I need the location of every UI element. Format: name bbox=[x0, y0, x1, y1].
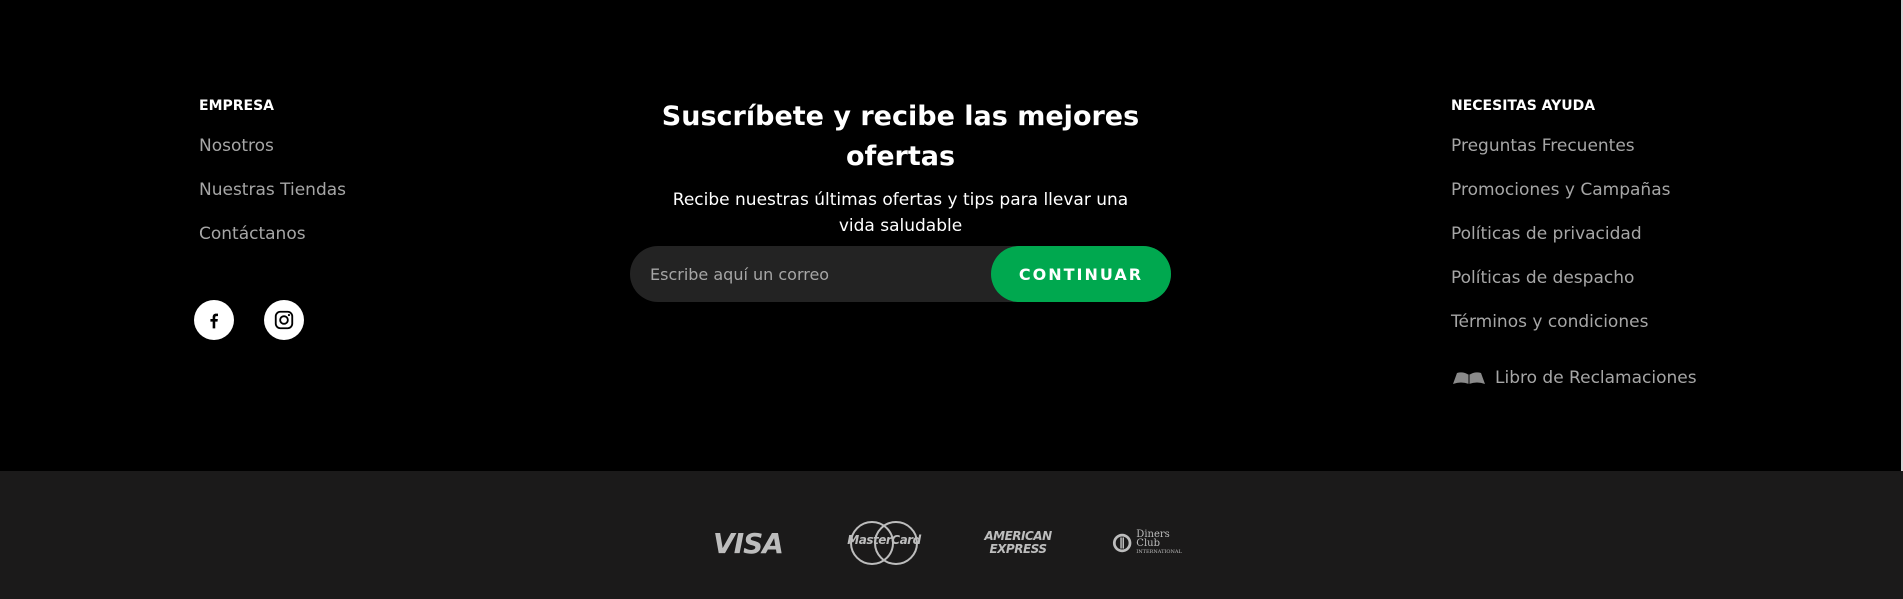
link-nosotros[interactable]: Nosotros bbox=[199, 136, 346, 180]
link-politicas-privacidad[interactable]: Políticas de privacidad bbox=[1451, 224, 1697, 268]
instagram-icon bbox=[274, 310, 294, 330]
instagram-button[interactable] bbox=[264, 300, 304, 340]
link-terminos[interactable]: Términos y condiciones bbox=[1451, 312, 1697, 356]
company-links: Nosotros Nuestras Tiendas Contáctanos bbox=[199, 136, 346, 268]
diners-circle-icon bbox=[1112, 533, 1132, 553]
company-heading: EMPRESA bbox=[199, 98, 275, 114]
amex-logo: AMERICAN EXPRESS bbox=[984, 529, 1052, 556]
diners-logo: Diners Club INTERNATIONAL bbox=[1112, 528, 1192, 557]
social-links bbox=[194, 300, 304, 340]
newsletter-section: Suscríbete y recibe las mejores ofertas … bbox=[628, 97, 1173, 239]
footer-main: EMPRESA Nosotros Nuestras Tiendas Contác… bbox=[0, 0, 1901, 471]
facebook-icon bbox=[210, 313, 218, 329]
company-column: EMPRESA Nosotros Nuestras Tiendas Contác… bbox=[199, 98, 346, 268]
subscribe-form: CONTINUAR bbox=[630, 245, 1171, 303]
help-column: NECESITAS AYUDA Preguntas Frecuentes Pro… bbox=[1451, 98, 1697, 400]
help-links: Preguntas Frecuentes Promociones y Campa… bbox=[1451, 136, 1697, 400]
link-libro-reclamaciones[interactable]: Libro de Reclamaciones bbox=[1451, 356, 1697, 400]
libro-label: Libro de Reclamaciones bbox=[1495, 368, 1697, 388]
diners-text: Diners Club INTERNATIONAL bbox=[1136, 528, 1182, 555]
book-icon bbox=[1453, 372, 1485, 384]
link-preguntas-frecuentes[interactable]: Preguntas Frecuentes bbox=[1451, 136, 1697, 180]
continue-button[interactable]: CONTINUAR bbox=[991, 246, 1171, 302]
visa-logo: VISA bbox=[713, 526, 784, 560]
link-promociones[interactable]: Promociones y Campañas bbox=[1451, 180, 1697, 224]
link-contactanos[interactable]: Contáctanos bbox=[199, 224, 346, 268]
newsletter-title: Suscríbete y recibe las mejores ofertas bbox=[661, 101, 1140, 172]
help-heading: NECESITAS AYUDA bbox=[1451, 98, 1596, 114]
footer-page: EMPRESA Nosotros Nuestras Tiendas Contác… bbox=[0, 0, 1903, 599]
link-politicas-despacho[interactable]: Políticas de despacho bbox=[1451, 268, 1697, 312]
payment-logos: VISA MasterCard AMERICAN EXPRESS Diners … bbox=[710, 519, 1192, 567]
facebook-button[interactable] bbox=[194, 300, 234, 340]
payment-bar: VISA MasterCard AMERICAN EXPRESS Diners … bbox=[0, 471, 1903, 599]
mastercard-logo: MasterCard bbox=[846, 519, 922, 567]
email-input[interactable] bbox=[630, 245, 991, 303]
newsletter-subtitle: Recibe nuestras últimas ofertas y tips p… bbox=[672, 190, 1129, 236]
link-nuestras-tiendas[interactable]: Nuestras Tiendas bbox=[199, 180, 346, 224]
